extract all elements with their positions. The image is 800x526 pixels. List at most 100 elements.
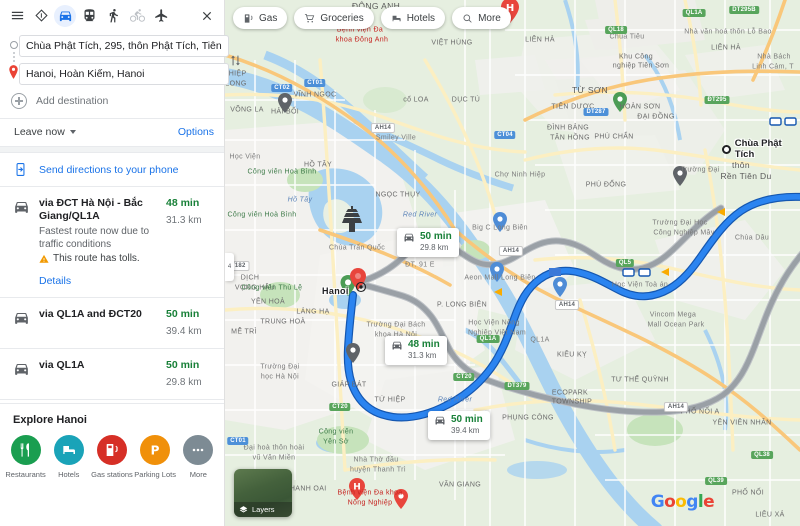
cycling-icon[interactable]	[126, 5, 148, 27]
route-distance-2: 29.8 km	[166, 377, 202, 388]
origin-input[interactable]: Chùa Phật Tích, 295, thôn Phật Tích, Tiê…	[19, 35, 229, 57]
destination-marker[interactable]: Chùa Phật Tích	[722, 138, 800, 160]
route-info-0: via ĐCT Hà Nội - Bắc Giang/QL1A Fastest …	[39, 197, 166, 287]
explore-categories: Restaurants Hotels Gas stations P Parkin…	[0, 435, 224, 479]
google-logo: Google	[650, 492, 715, 512]
google-maps-directions-screen: Chùa Phật Tích, 295, thôn Phật Tích, Tiê…	[0, 0, 800, 526]
route-title-0: via ĐCT Hà Nội - Bắc Giang/QL1A	[39, 197, 143, 222]
car-icon	[404, 233, 414, 242]
chip-hotels-label: Hotels	[406, 12, 436, 24]
flights-icon[interactable]	[150, 5, 172, 27]
road-shield: AH14	[663, 402, 689, 412]
best-route-icon[interactable]	[30, 5, 52, 27]
route-details-link-0[interactable]: Details	[39, 275, 160, 287]
waypoint-markers	[8, 35, 19, 79]
route-option-0[interactable]: via ĐCT Hà Nội - Bắc Giang/QL1A Fastest …	[0, 187, 224, 298]
layers-button[interactable]: Layers	[234, 469, 292, 517]
route-bubble-0-text: 50 min 29.8 km	[420, 231, 452, 253]
route-bubble-1-time: 48 min	[408, 339, 440, 350]
road-shield: QL1A	[682, 9, 706, 17]
road-shield: DT295B	[729, 6, 759, 14]
directions-sidebar: Chùa Phật Tích, 295, thôn Phật Tích, Tiê…	[0, 0, 240, 526]
waypoint-fields: Chùa Phật Tích, 295, thôn Phật Tích, Tiê…	[0, 31, 240, 87]
map-canvas[interactable]: H H ĐÔNG ANH Bệnh viện Đa khoa Đông Anh VIỆ…	[225, 0, 800, 526]
route-option-2[interactable]: via QL1A 50 min 29.8 km	[0, 349, 224, 400]
route-duration-1: 50 min	[166, 308, 200, 320]
route-bubble-2-text: 50 min 39.4 km	[451, 414, 483, 436]
route-title-1: via QL1A and ĐCT20	[39, 308, 142, 320]
driving-icon[interactable]	[54, 4, 76, 27]
route-info-2: via QL1A	[39, 359, 166, 389]
restaurant-icon	[10, 435, 41, 465]
walking-icon[interactable]	[102, 5, 124, 27]
search-icon	[463, 13, 472, 23]
gas-pump-icon	[244, 13, 253, 23]
svg-text:P: P	[151, 443, 160, 457]
chip-gas-label: Gas	[259, 12, 278, 24]
layers-icon	[239, 506, 248, 513]
route-bubble-2[interactable]: 50 min 39.4 km	[428, 411, 490, 440]
road-shield: CT04	[494, 131, 516, 139]
destination-marker-label: Chùa Phật Tích	[734, 138, 782, 160]
road-shield: QL38	[751, 451, 773, 459]
options-link[interactable]: Options	[178, 126, 214, 138]
send-directions-label: Send directions to your phone	[39, 163, 179, 176]
road-shield: QL5	[615, 259, 635, 267]
chip-groceries[interactable]: Groceries	[294, 7, 374, 29]
road-shield: QL18	[605, 26, 627, 34]
route-bubble-0[interactable]: 50 min 29.8 km	[397, 228, 459, 257]
route-info-1: via QL1A and ĐCT20	[39, 308, 166, 338]
explore-parking-lots[interactable]: P Parking Lots	[134, 435, 176, 479]
explore-gas-stations[interactable]: Gas stations	[91, 435, 133, 479]
route-distance-0: 31.3 km	[166, 215, 202, 226]
road-shield: DT379	[504, 382, 530, 390]
svg-text:H: H	[353, 483, 361, 493]
section-divider	[0, 146, 224, 153]
chip-gas[interactable]: Gas	[233, 7, 288, 29]
route-bubble-0-distance: 29.8 km	[420, 243, 449, 252]
road-shield: CT02	[271, 84, 293, 92]
destination-ring-icon	[722, 144, 731, 154]
route-bubble-0-time: 50 min	[420, 231, 452, 242]
explore-section: Explore Hanoi Restaurants Hotels Gas sta…	[0, 403, 224, 526]
road-shield: QL39	[705, 477, 727, 485]
explore-parking-lots-label: Parking Lots	[134, 470, 176, 479]
route-bubble-2-time: 50 min	[451, 414, 483, 425]
car-icon	[13, 308, 39, 338]
leave-now-dropdown[interactable]: Leave now	[14, 126, 76, 138]
origin-dot-icon	[9, 41, 18, 49]
travel-mode-bar	[0, 0, 224, 31]
chip-more[interactable]: More	[452, 7, 511, 29]
explore-hotels[interactable]: Hotels	[48, 435, 90, 479]
explore-more[interactable]: More	[177, 435, 219, 479]
route-option-1[interactable]: via QL1A and ĐCT20 50 min 39.4 km	[0, 298, 224, 349]
route-bubble-1[interactable]: 48 min 31.3 km	[385, 336, 447, 365]
road-shield: ĐT295	[704, 96, 730, 104]
chip-hotels[interactable]: Hotels	[380, 7, 446, 29]
road-shield: CT20	[329, 403, 351, 411]
route-subtitle-0: Fastest route now due to traffic conditi…	[39, 226, 150, 250]
chip-more-label: More	[478, 12, 501, 24]
hotel-icon	[53, 435, 84, 465]
menu-icon[interactable]	[6, 5, 28, 27]
send-directions-row[interactable]: Send directions to your phone	[0, 153, 224, 187]
car-icon	[392, 341, 402, 350]
destination-input[interactable]: Hanoi, Hoàn Kiếm, Hanoi	[19, 63, 229, 85]
route-metrics-0: 48 min 31.3 km	[166, 197, 214, 287]
chip-groceries-label: Groceries	[320, 12, 364, 24]
origin-marker-label: Hanoi	[322, 286, 349, 296]
transit-icon[interactable]	[78, 5, 100, 27]
departure-options-row: Leave now Options	[0, 118, 224, 146]
route-bubble-1-text: 48 min 31.3 km	[408, 339, 440, 361]
add-destination-label: Add destination	[36, 95, 109, 107]
close-icon[interactable]	[196, 5, 218, 27]
explore-gas-stations-label: Gas stations	[91, 470, 133, 479]
swap-waypoints-button[interactable]	[229, 35, 242, 68]
car-icon	[13, 197, 39, 287]
road-shield: AH14	[370, 123, 396, 133]
explore-restaurants[interactable]: Restaurants	[5, 435, 47, 479]
map-pane-handle[interactable]: 4	[225, 253, 234, 281]
send-to-phone-icon	[16, 163, 25, 176]
shopping-cart-icon	[305, 13, 315, 22]
add-destination-button[interactable]: Add destination	[0, 87, 224, 118]
